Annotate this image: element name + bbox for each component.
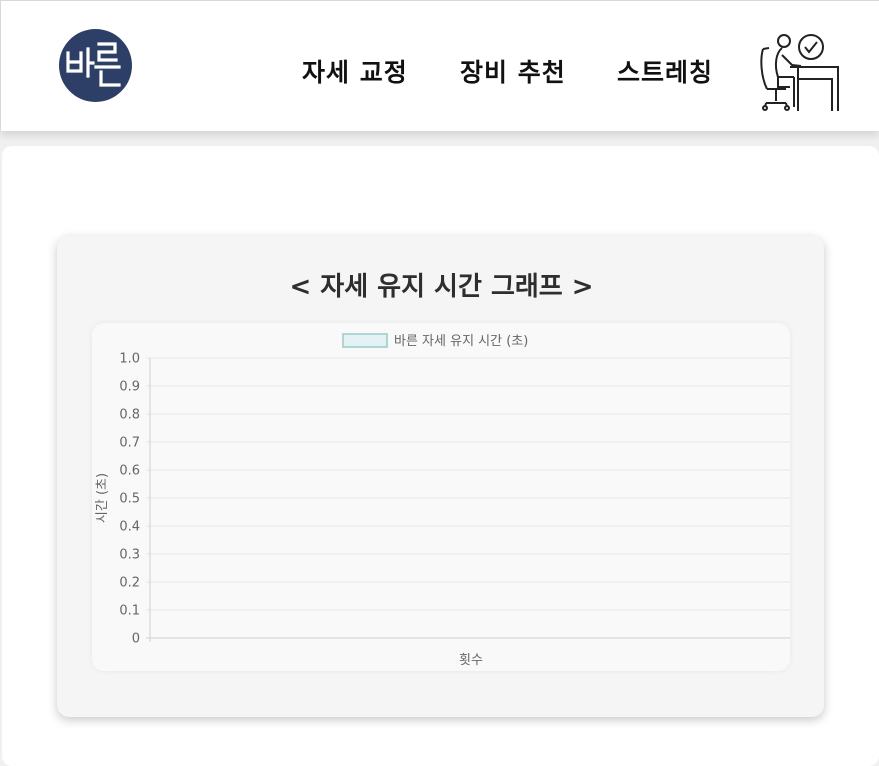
- y-tick-label: 0.9: [119, 380, 140, 395]
- y-tick-label: 0.7: [119, 436, 140, 451]
- brand-logo[interactable]: [59, 29, 132, 102]
- y-tick-label: 1.0: [119, 352, 140, 367]
- x-axis-label: 횟수: [459, 653, 483, 668]
- y-tick-label: 0.1: [119, 604, 140, 619]
- y-tick-label: 0.3: [119, 548, 140, 563]
- y-tick-label: 0.4: [119, 520, 140, 535]
- graph-card-title-text: < 자세 유지 시간 그래프 >: [289, 272, 594, 302]
- y-axis-label: 시간 (초): [95, 473, 110, 523]
- y-axis-ticks: 0 0.1 0.2 0.3 0.4 0.5 0.6 0.7 0.8 0.9 1.0: [119, 352, 140, 647]
- y-tick-label: 0.2: [119, 576, 140, 591]
- nav-equipment-recommendation[interactable]: 장비 추천: [460, 53, 566, 89]
- y-tick-label: 0.5: [119, 492, 140, 507]
- y-tick-label: 0.6: [119, 464, 140, 479]
- graph-card-title: < 자세 유지 시간 그래프 >: [0, 266, 879, 303]
- brand-logo-mark: [66, 42, 121, 87]
- posture-time-chart: 바른 자세 유지 시간 (초) 0 0.1 0.2 0.3 0.4 0.5 0.6 0.7 0.…: [95, 333, 790, 668]
- nav-posture-correction[interactable]: 자세 교정: [302, 53, 408, 89]
- chart-container: 바른 자세 유지 시간 (초) 0 0.1 0.2 0.3 0.4 0.5 0.6 0.7 0.…: [92, 323, 790, 671]
- chart-gridlines: [146, 357, 790, 642]
- legend-label[interactable]: 바른 자세 유지 시간 (초): [394, 334, 528, 349]
- desk-posture-icon: [754, 29, 840, 115]
- y-tick-label: 0.8: [119, 408, 140, 423]
- top-header: 자세 교정 장비 추천 스트레칭: [0, 0, 879, 131]
- legend-swatch[interactable]: [342, 333, 388, 348]
- y-tick-label: 0: [132, 632, 140, 647]
- nav-stretching[interactable]: 스트레칭: [617, 53, 713, 89]
